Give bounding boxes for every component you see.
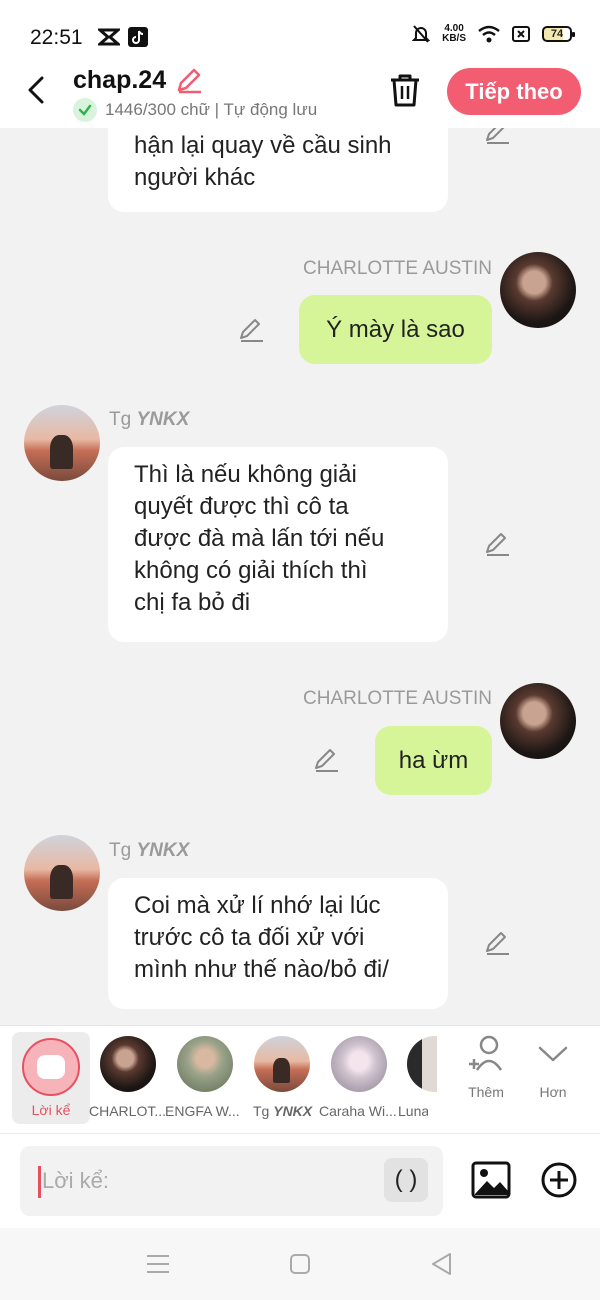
character-selector: Lời kể CHARLOT... ENGFA W... Tg YNKX Car…: [0, 1025, 600, 1133]
character-name: ENGFA W...: [165, 1103, 240, 1119]
bell-off-icon: [412, 25, 431, 43]
message-bubble[interactable]: Coi mà xử lí nhớ lại lúc trước cô ta đối…: [108, 878, 448, 1009]
capcut-icon: [98, 28, 120, 46]
edit-message-icon[interactable]: [483, 128, 511, 146]
character-avatar-engfa[interactable]: [177, 1036, 233, 1092]
status-time: 22:51: [30, 26, 83, 49]
system-nav-bar: [0, 1228, 600, 1300]
edit-message-icon[interactable]: [237, 316, 265, 344]
input-placeholder: Lời kể:: [42, 1168, 110, 1193]
chat-area[interactable]: hận lại quay về cầu sinh người khác CHAR…: [0, 128, 600, 1025]
network-speed: 4.00 KB/S: [442, 23, 466, 44]
back-nav-icon[interactable]: [428, 1250, 456, 1278]
narration-input[interactable]: Lời kể: ( ): [20, 1146, 443, 1216]
ynkx-avatar[interactable]: [24, 835, 100, 911]
narrator-label: Lời kể: [31, 1102, 71, 1118]
charlotte-avatar[interactable]: [500, 252, 576, 328]
sender-name: CHARLOTTE AUSTIN: [303, 688, 492, 709]
message-bubble[interactable]: ha ừm: [375, 726, 492, 795]
character-name: Luna: [398, 1103, 428, 1119]
word-count-status: 1446/300 chữ | Tự động lưu: [73, 98, 317, 122]
character-avatar-luna[interactable]: [407, 1036, 437, 1092]
chapter-header: chap.24 1446/300 chữ | Tự động lưu Tiếp …: [0, 62, 600, 128]
edit-message-icon[interactable]: [483, 929, 511, 957]
menu-icon[interactable]: [144, 1250, 172, 1278]
message-bubble[interactable]: Ý mày là sao: [299, 295, 492, 364]
chapter-title[interactable]: chap.24: [73, 66, 166, 95]
add-circle-icon[interactable]: [540, 1161, 578, 1199]
tiktok-icon: [128, 27, 148, 47]
trash-icon[interactable]: [388, 72, 422, 108]
edit-message-icon[interactable]: [483, 530, 511, 558]
battery-indicator: 74: [542, 26, 575, 42]
parenthesis-button[interactable]: ( ): [384, 1158, 428, 1202]
charlotte-avatar[interactable]: [500, 683, 576, 759]
sender-name: Tg YNKX: [109, 409, 190, 430]
character-avatar-caraha[interactable]: [331, 1036, 387, 1092]
narrator-option[interactable]: Lời kể: [12, 1032, 90, 1124]
wifi-icon: [478, 25, 500, 43]
character-name: Tg YNKX: [253, 1103, 313, 1119]
add-character-button[interactable]: Thêm: [450, 1034, 522, 1100]
sim-icon: [512, 26, 530, 42]
word-count-text: 1446/300 chữ | Tự động lưu: [105, 100, 318, 119]
back-button[interactable]: [22, 72, 52, 108]
edit-message-icon[interactable]: [312, 746, 340, 774]
character-avatar-charlotte[interactable]: [100, 1036, 156, 1092]
home-icon[interactable]: [286, 1250, 314, 1278]
status-bar: 22:51 4.00 KB/S 74: [0, 0, 600, 62]
ynkx-avatar[interactable]: [24, 405, 100, 481]
check-icon: [73, 98, 97, 122]
narrator-icon: [22, 1038, 80, 1096]
compose-bar: Lời kể: ( ): [0, 1133, 600, 1228]
edit-title-icon[interactable]: [175, 66, 203, 94]
more-options-button[interactable]: Hơn: [517, 1034, 589, 1100]
message-bubble[interactable]: hận lại quay về cầu sinh người khác: [108, 128, 448, 212]
character-name: CHARLOT...: [89, 1103, 167, 1119]
sender-name: CHARLOTTE AUSTIN: [303, 258, 492, 279]
sender-name: Tg YNKX: [109, 840, 190, 861]
image-icon[interactable]: [471, 1161, 511, 1199]
character-avatar-ynkx[interactable]: [254, 1036, 310, 1092]
add-person-icon: [469, 1035, 503, 1071]
next-button[interactable]: Tiếp theo: [447, 68, 581, 115]
text-caret: [38, 1166, 41, 1198]
character-name: Caraha Wi...: [319, 1103, 397, 1119]
chevron-down-icon: [538, 1046, 568, 1062]
message-bubble[interactable]: Thì là nếu không giải quyết được thì cô …: [108, 447, 448, 642]
